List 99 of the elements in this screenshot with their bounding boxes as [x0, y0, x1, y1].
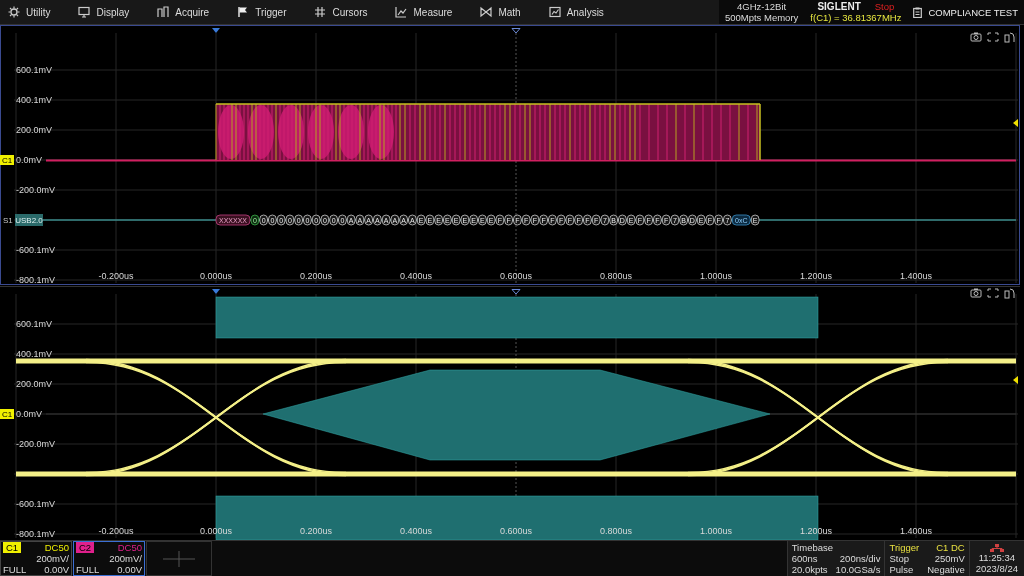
- timescale-text: 200ns/div: [838, 553, 881, 564]
- axis-label: -0.200us: [98, 526, 134, 536]
- trigger-state: Stop: [889, 553, 911, 564]
- menu-button[interactable]: Display: [70, 1, 138, 23]
- channel-tag: C1: [0, 409, 14, 419]
- axis-label: 0.400us: [400, 271, 432, 281]
- axis-label: 200.0mV: [16, 125, 53, 135]
- axis-label: 0.000us: [200, 271, 232, 281]
- flag-icon: [237, 6, 250, 18]
- delay-text: 600ns: [791, 553, 819, 564]
- camera-icon[interactable]: [970, 288, 982, 298]
- bandwidth-text: FULL: [76, 564, 101, 575]
- run-state: Stop: [874, 1, 895, 12]
- trigger-type: Pulse: [889, 564, 915, 575]
- axis-label: 0.400us: [400, 526, 432, 536]
- trigger-level-marker: [1013, 119, 1018, 127]
- menu-button[interactable]: Cursors: [306, 1, 376, 23]
- clock-date: 2023/8/24: [975, 562, 1018, 574]
- axis-label: -600.1mV: [16, 245, 56, 255]
- trigger-source: C1 DC: [935, 542, 965, 553]
- axis-label: 0.0mV: [16, 409, 42, 419]
- compliance-test-button[interactable]: COMPLIANCE TEST: [907, 6, 1024, 18]
- axis-label: 0.800us: [600, 526, 632, 536]
- axis-label: -0.200us: [98, 271, 134, 281]
- sample-rate-text: 10.0GSa/s: [835, 564, 881, 575]
- trigger-position-marker: [212, 28, 220, 33]
- scale-text: 200mV/: [108, 553, 142, 564]
- channel-tag: C2: [76, 542, 95, 553]
- network-icon: [989, 543, 1004, 552]
- delay-marker: [511, 289, 521, 295]
- trigger-slope: Negative: [927, 564, 965, 575]
- axis-label: 0.800us: [600, 271, 632, 281]
- coupling-text: DC50: [117, 542, 142, 553]
- clipboard-icon: [913, 6, 923, 18]
- bus-tag: USB2.0: [15, 214, 43, 226]
- axis-label: 400.1mV: [16, 95, 53, 105]
- fullscreen-icon[interactable]: [987, 288, 999, 298]
- channel-button[interactable]: C1 DC50 200mV/ FULL 0.00V: [0, 541, 72, 576]
- channel-tag: C1: [0, 155, 14, 165]
- axis-label: 1.000us: [700, 271, 732, 281]
- brand-text: SIGLENT: [817, 1, 861, 12]
- menu-button[interactable]: Trigger: [229, 1, 295, 23]
- axis-label: 1.400us: [900, 271, 932, 281]
- monitor-icon: [78, 6, 91, 18]
- timebase-panel[interactable]: Timebase 600ns 200ns/div 20.0kpts 10.0GSa/s: [786, 541, 885, 576]
- rotate-icon[interactable]: [1004, 32, 1015, 43]
- gear-icon: [8, 6, 20, 18]
- axis-label: 600.1mV: [16, 319, 53, 329]
- axis-label: 0.000us: [200, 526, 232, 536]
- axis-label: 0.200us: [300, 526, 332, 536]
- axis-label: 1.400us: [900, 526, 932, 536]
- axis-label: 1.200us: [800, 526, 832, 536]
- axis-label: 1.200us: [800, 271, 832, 281]
- offset-text: 0.00V: [117, 564, 142, 575]
- camera-icon[interactable]: [970, 32, 982, 42]
- points-text: 20.0kpts: [791, 564, 828, 575]
- serial-label: S1: [3, 216, 13, 225]
- menu-button[interactable]: Measure: [387, 1, 461, 23]
- axis-label: 400.1mV: [16, 349, 53, 359]
- chart-frame-icon: [548, 6, 561, 18]
- menu-button[interactable]: Acquire: [149, 1, 218, 23]
- axis-label: 0.600us: [500, 271, 532, 281]
- scale-text: 200mV/: [35, 553, 69, 564]
- menu-button[interactable]: Utility: [0, 1, 59, 23]
- axis-label: 1.000us: [700, 526, 732, 536]
- coupling-text: DC50: [44, 542, 69, 553]
- spec-text: 4GHz-12Bit: [737, 1, 787, 12]
- menu-button[interactable]: Analysis: [540, 1, 612, 23]
- trigger-title: Trigger: [889, 542, 920, 553]
- axis-label: -200.0mV: [16, 439, 56, 449]
- axis-label: 0.0mV: [16, 155, 42, 165]
- trigger-threshold: 250mV: [933, 553, 965, 564]
- axis-label: 200.0mV: [16, 379, 53, 389]
- offset-text: 0.00V: [44, 564, 69, 575]
- channel-button[interactable]: C2 DC50 200mV/ FULL 0.00V: [73, 541, 145, 576]
- pulse-icon: [157, 6, 170, 18]
- axis-label: -600.1mV: [16, 499, 56, 509]
- rotate-icon[interactable]: [1004, 288, 1015, 299]
- bandwidth-text: FULL: [3, 564, 28, 575]
- axis-label: -800.1mV: [16, 275, 56, 285]
- chart-icon: [395, 6, 408, 18]
- fullscreen-icon[interactable]: [987, 32, 999, 42]
- clock-time: 11:25:34: [978, 551, 1015, 563]
- axis-label: -200.0mV: [16, 185, 56, 195]
- channel-tag: C1: [3, 542, 22, 553]
- axis-label: 600.1mV: [16, 65, 53, 75]
- axis-label: -800.1mV: [16, 529, 56, 539]
- menu-button[interactable]: Math: [472, 1, 529, 23]
- trigger-level-marker: [1013, 376, 1018, 384]
- axis-label: 0.600us: [500, 526, 532, 536]
- memory-text: 500Mpts Memory: [724, 12, 799, 23]
- hash-icon: [314, 6, 327, 18]
- math-icon: [480, 6, 493, 18]
- axis-label: 0.200us: [300, 271, 332, 281]
- frequency-readout: f(C1) = 36.81367MHz: [810, 12, 902, 23]
- delay-marker: [511, 28, 521, 34]
- trigger-panel[interactable]: Trigger C1 DC Stop 250mV Pulse Negative: [884, 541, 969, 576]
- trigger-position-marker: [212, 289, 220, 294]
- timebase-title: Timebase: [791, 542, 835, 553]
